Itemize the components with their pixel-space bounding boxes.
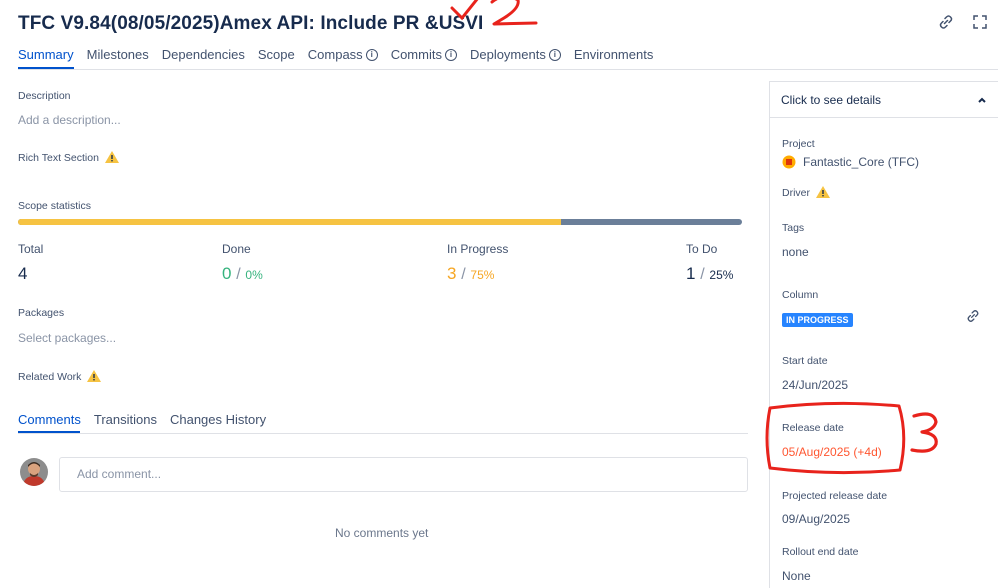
- header-actions: [938, 14, 988, 30]
- comment-tabs-divider: [18, 433, 748, 434]
- tab-transitions[interactable]: Transitions: [94, 412, 157, 427]
- progress-done-fill: [18, 219, 561, 225]
- todo-label: To Do: [686, 242, 718, 256]
- projected-release-date-label: Projected release date: [782, 490, 888, 502]
- packages-select[interactable]: Select packages...: [18, 331, 116, 345]
- tab-changes-history[interactable]: Changes History: [170, 412, 266, 427]
- tab-compass[interactable]: Compass i: [308, 47, 378, 62]
- description-label: Description: [18, 90, 71, 102]
- project-label: Project: [782, 138, 815, 150]
- scope-progress-bar: [18, 219, 742, 225]
- details-header-label: Click to see details: [781, 92, 882, 107]
- rich-text-label: Rich Text Section: [18, 151, 119, 164]
- rollout-end-date-label: Rollout end date: [782, 546, 859, 558]
- related-work-label: Related Work: [18, 370, 102, 383]
- scope-statistics-label: Scope statistics: [18, 200, 91, 212]
- warning-icon: [87, 370, 102, 382]
- tab-environments[interactable]: Environments: [574, 47, 653, 62]
- done-value: 0 / 0%: [222, 264, 263, 283]
- todo-value: 1 / 25%: [686, 264, 734, 283]
- annotation-3: 3: [765, 401, 938, 475]
- column-label: Column: [782, 289, 819, 301]
- chevron-up-icon: [978, 97, 986, 103]
- tab-summary[interactable]: Summary: [18, 47, 74, 62]
- driver-label: Driver: [782, 186, 830, 199]
- info-icon: i: [365, 48, 378, 61]
- link-icon[interactable]: [938, 14, 954, 30]
- annotation-2: 2: [450, 0, 538, 26]
- done-label: Done: [222, 242, 251, 256]
- comments-tabs: Comments Transitions Changes History: [18, 412, 279, 427]
- tab-scope[interactable]: Scope: [258, 47, 295, 62]
- tab-deployments[interactable]: Deployments i: [470, 47, 561, 62]
- project-value[interactable]: Fantastic_Core (TFC): [782, 155, 919, 169]
- details-panel: Click to see details Project Fantastic_C…: [769, 81, 998, 588]
- page-title: TFC V9.84(08/05/2025)Amex API: Include P…: [18, 13, 484, 34]
- tab-comments[interactable]: Comments: [18, 412, 81, 427]
- rollout-end-date-value: None: [782, 569, 811, 583]
- project-icon: [782, 155, 796, 169]
- tab-dependencies[interactable]: Dependencies: [162, 47, 245, 62]
- projected-release-date-value: 09/Aug/2025: [782, 512, 851, 526]
- summary-tabs: Summary Milestones Dependencies Scope Co…: [18, 47, 666, 62]
- info-icon: i: [548, 48, 561, 61]
- tags-label: Tags: [782, 222, 805, 234]
- start-date-label: Start date: [782, 355, 828, 367]
- no-comments-text: No comments yet: [335, 526, 429, 540]
- avatar: [20, 458, 48, 486]
- warning-icon: [815, 186, 830, 198]
- description-input[interactable]: Add a description...: [18, 113, 121, 127]
- comment-input[interactable]: Add comment...: [59, 457, 748, 492]
- warning-icon: [104, 151, 119, 163]
- tags-value[interactable]: none: [782, 245, 809, 259]
- fullscreen-icon[interactable]: [972, 14, 988, 30]
- start-date-value: 24/Jun/2025: [782, 378, 849, 392]
- packages-label: Packages: [18, 307, 65, 319]
- status-badge[interactable]: IN PROGRESS: [782, 313, 853, 327]
- total-value: 4: [18, 264, 28, 283]
- details-toggle[interactable]: Click to see details: [770, 82, 998, 118]
- info-icon: i: [444, 48, 457, 61]
- tabs-divider: [18, 69, 998, 70]
- tab-milestones[interactable]: Milestones: [87, 47, 149, 62]
- in-progress-label: In Progress: [447, 242, 509, 256]
- link-icon[interactable]: [966, 309, 980, 323]
- total-label: Total: [18, 242, 44, 256]
- in-progress-value: 3 / 75%: [447, 264, 495, 283]
- tab-commits[interactable]: Commits i: [391, 47, 457, 62]
